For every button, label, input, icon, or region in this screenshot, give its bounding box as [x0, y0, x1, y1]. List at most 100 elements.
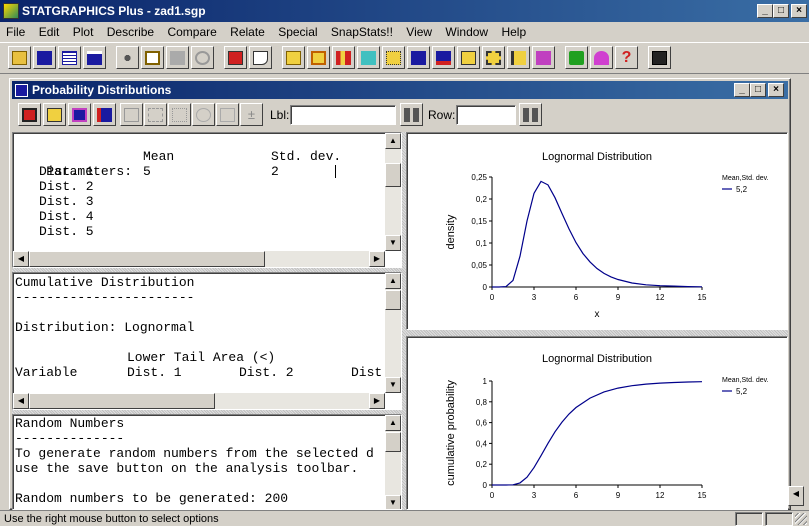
statadvisor-icon[interactable]: [565, 46, 588, 69]
exclude-icon[interactable]: [168, 103, 191, 126]
menu-special[interactable]: Special: [278, 25, 317, 39]
plot-line-icon[interactable]: [407, 46, 430, 69]
stat-wizard-icon[interactable]: [590, 46, 613, 69]
app-titlebar[interactable]: STATGRAPHICS Plus - zad1.sgp _ □ ×: [0, 0, 809, 22]
menu-relate[interactable]: Relate: [230, 25, 265, 39]
density-x-tick-label-5: 15: [698, 293, 707, 302]
paste-icon[interactable]: [166, 46, 189, 69]
density-chart: Lognormal Distribution 0 3 6 9 12 15 0 0,05 0,1 0,…: [445, 151, 769, 320]
menu-plot[interactable]: Plot: [73, 25, 94, 39]
density-chart-pane[interactable]: Lognormal Distribution 0 3 6 9 12 15 0 0,05 0,1 0,…: [406, 132, 788, 330]
density-y-tick-label-0: 0: [483, 283, 488, 292]
cdf-x-tick-label-1: 3: [532, 491, 537, 500]
lbl-find-icon[interactable]: [400, 103, 423, 126]
child-maximize-button[interactable]: □: [750, 83, 766, 97]
random-pane[interactable]: Random Numbers -------------- To generat…: [12, 414, 402, 510]
param-row-1-label: Dist. 1: [39, 164, 94, 179]
row-input[interactable]: [456, 105, 516, 125]
random-scroll-down-button[interactable]: ▼: [385, 495, 401, 509]
cumulative-scroll-thumb[interactable]: [385, 290, 401, 310]
params-scroll-right-button[interactable]: ▶: [369, 251, 385, 267]
params-scroll-up-button[interactable]: ▲: [385, 133, 401, 149]
params-vscrollbar[interactable]: ▲ ▼: [385, 133, 401, 251]
parameters-pane[interactable]: Parameters: Mean Std. dev. Dist. 1 5 2 D…: [12, 132, 402, 268]
input-dialog-icon[interactable]: [18, 103, 41, 126]
snapstats-icon[interactable]: [532, 46, 555, 69]
plot-3d-icon[interactable]: [482, 46, 505, 69]
zoom-icon[interactable]: [192, 103, 215, 126]
menu-edit[interactable]: Edit: [39, 25, 60, 39]
save-results-icon[interactable]: [93, 103, 116, 126]
menu-describe[interactable]: Describe: [107, 25, 154, 39]
lbl-input[interactable]: [290, 105, 396, 125]
cdf-x-tick-label-5: 15: [698, 491, 707, 500]
save-data-icon[interactable]: [83, 46, 106, 69]
datasheet-icon[interactable]: [58, 46, 81, 69]
maximize-button[interactable]: □: [773, 4, 789, 18]
save-icon[interactable]: [33, 46, 56, 69]
params-scroll-down-button[interactable]: ▼: [385, 235, 401, 251]
plot-matrix-icon[interactable]: [382, 46, 405, 69]
close-button[interactable]: ×: [791, 4, 807, 18]
plus-minus-icon[interactable]: ±: [240, 103, 263, 126]
tabular-options-icon[interactable]: [43, 103, 66, 126]
cumulative-vscrollbar[interactable]: ▲ ▼: [385, 273, 401, 393]
child-icon: [15, 83, 28, 97]
menu-window[interactable]: Window: [445, 25, 488, 39]
plot-xy-icon[interactable]: [357, 46, 380, 69]
lbl-label: Lbl:: [270, 108, 290, 122]
child-minimize-button[interactable]: _: [734, 83, 750, 97]
plot-step-icon[interactable]: [507, 46, 530, 69]
child-titlebar[interactable]: Probability Distributions _ □ ×: [12, 81, 788, 99]
row-find-icon[interactable]: [519, 103, 542, 126]
plot-scatter-icon[interactable]: [282, 46, 305, 69]
print-icon[interactable]: [224, 46, 247, 69]
open-file-icon[interactable]: [8, 46, 31, 69]
cdf-y-tick-label-1: 0,2: [476, 460, 488, 469]
cut-icon[interactable]: [116, 46, 139, 69]
graphical-options-icon[interactable]: [68, 103, 91, 126]
random-scroll-up-button[interactable]: ▲: [385, 415, 401, 431]
analysis-options-icon[interactable]: [120, 103, 143, 126]
params-hscrollbar[interactable]: ◀ ▶: [13, 251, 385, 267]
cumulative-pane[interactable]: Cumulative Distribution ----------------…: [12, 272, 402, 410]
child-close-button[interactable]: ×: [768, 83, 784, 97]
random-vscrollbar[interactable]: ▲ ▼: [385, 415, 401, 509]
resize-grip-icon[interactable]: [795, 513, 807, 525]
row-label: Row:: [428, 108, 456, 122]
menu-help[interactable]: Help: [501, 25, 526, 39]
density-x-label: x: [595, 309, 600, 320]
calculator-icon[interactable]: [648, 46, 671, 69]
undo-icon[interactable]: [191, 46, 214, 69]
locate-icon[interactable]: [216, 103, 239, 126]
cumulative-hscroll-thumb[interactable]: [29, 393, 215, 409]
params-hscroll-thumb[interactable]: [29, 251, 265, 267]
minimize-button[interactable]: _: [757, 4, 773, 18]
plot-bar-icon[interactable]: [332, 46, 355, 69]
plot-trend-icon[interactable]: [457, 46, 480, 69]
cumulative-scroll-down-button[interactable]: ▼: [385, 377, 401, 393]
cumulative-scroll-left-button[interactable]: ◀: [13, 393, 29, 409]
menu-compare[interactable]: Compare: [167, 25, 216, 39]
copy-icon[interactable]: [141, 46, 164, 69]
random-scroll-thumb[interactable]: [385, 432, 401, 452]
menu-file[interactable]: File: [6, 25, 25, 39]
plot-distribution-icon[interactable]: [432, 46, 455, 69]
param-row-1-mean[interactable]: 5: [143, 164, 151, 179]
cumulative-hscrollbar[interactable]: ◀ ▶: [13, 393, 385, 409]
move-icon[interactable]: [144, 103, 167, 126]
params-scroll-thumb[interactable]: [385, 163, 401, 187]
cdf-chart-pane[interactable]: Lognormal Distribution 0 3 6 9 12 15 0 0,2 0,4 0,6…: [406, 336, 788, 510]
mdi-scroll-left-button[interactable]: ◀: [788, 486, 804, 506]
density-y-tick-label-5: 0,25: [471, 173, 487, 182]
plot-box-icon[interactable]: [307, 46, 330, 69]
menu-snapstats[interactable]: SnapStats!!: [331, 25, 393, 39]
param-row-1-sd[interactable]: 2: [271, 164, 279, 179]
params-scroll-left-button[interactable]: ◀: [13, 251, 29, 267]
menu-view[interactable]: View: [406, 25, 432, 39]
print-preview-icon[interactable]: [249, 46, 272, 69]
help-icon[interactable]: ?: [615, 46, 638, 69]
col-dist-3: Dist: [351, 365, 383, 380]
cumulative-scroll-up-button[interactable]: ▲: [385, 273, 401, 289]
cumulative-scroll-right-button[interactable]: ▶: [369, 393, 385, 409]
